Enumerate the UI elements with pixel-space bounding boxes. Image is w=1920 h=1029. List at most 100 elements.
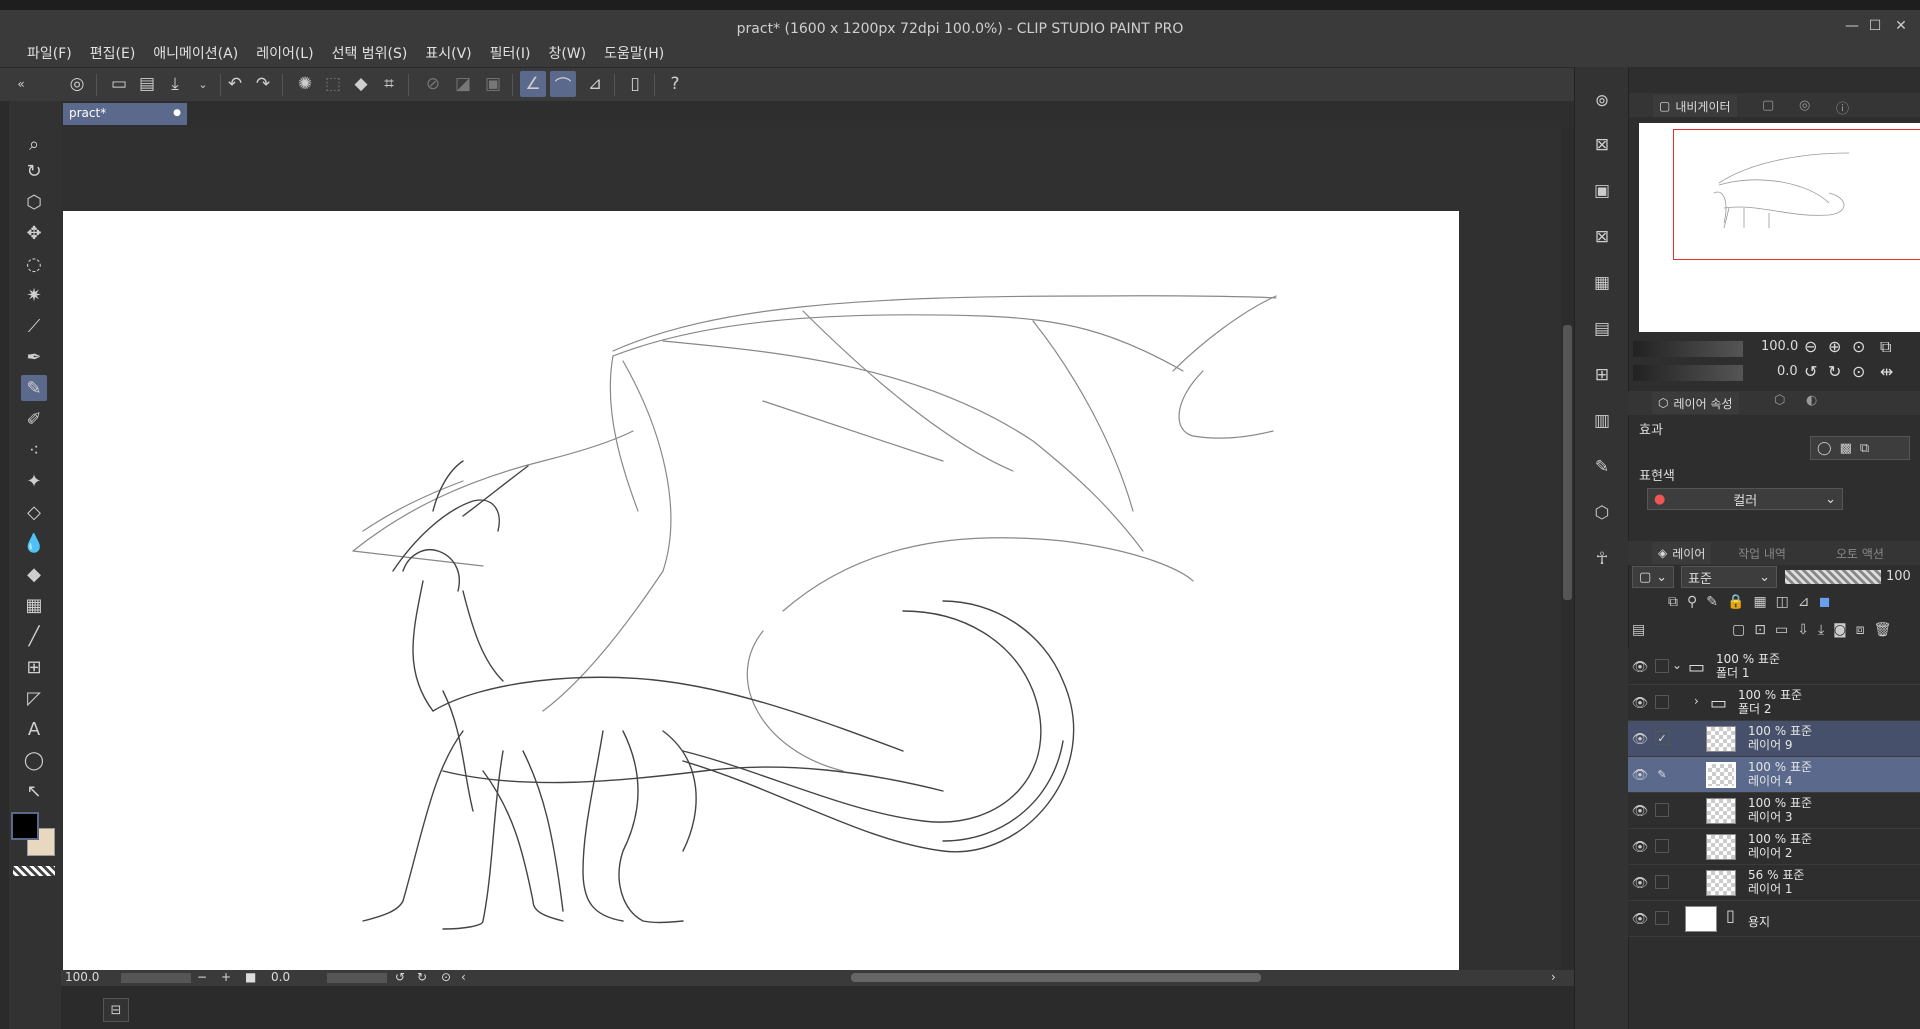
menu-edit[interactable]: 편집(E): [81, 39, 145, 67]
transfer-down-icon[interactable]: ⇩: [1797, 622, 1809, 638]
ruler-tool-icon[interactable]: ◸: [21, 685, 47, 711]
snap-ruler-icon[interactable]: ∠: [520, 71, 546, 97]
apply-mask-icon[interactable]: ⧈: [1856, 622, 1865, 638]
express-color-select[interactable]: ● 컬러 ⌄: [1647, 488, 1843, 510]
rotate-right-icon[interactable]: ↻: [417, 970, 427, 984]
redo-icon[interactable]: ↷: [250, 71, 276, 97]
move-tool-icon[interactable]: ✥: [21, 220, 47, 246]
chevron-right-icon[interactable]: ›: [1694, 694, 1699, 708]
history-tab[interactable]: 작업 내역: [1738, 545, 1786, 562]
document-tab-modified-dot[interactable]: ●: [173, 108, 181, 118]
rotation-slider[interactable]: [327, 973, 387, 983]
lock-icon[interactable]: 🔒: [1727, 594, 1744, 610]
layer-check[interactable]: [1655, 839, 1669, 853]
material-folder-icon[interactable]: ▣: [1586, 175, 1618, 207]
main-color-swatch[interactable]: [11, 812, 39, 840]
eye-icon[interactable]: 👁: [1628, 649, 1652, 685]
lock-transparency-icon[interactable]: ▦: [1753, 594, 1766, 610]
transform-icon[interactable]: ⌗: [376, 71, 402, 97]
layer-check[interactable]: [1655, 803, 1669, 817]
menu-help[interactable]: 도움말(H): [595, 39, 673, 67]
menu-view[interactable]: 표시(V): [416, 39, 480, 67]
navigator-zoom-in-icon[interactable]: ⊕: [1828, 337, 1841, 356]
eye-icon[interactable]: 👁: [1628, 721, 1652, 757]
save-icon[interactable]: ⤓: [162, 71, 188, 97]
fill-tool-icon[interactable]: ◆: [21, 561, 47, 587]
magic-wand-tool-icon[interactable]: ✷: [21, 282, 47, 308]
search-layer-tab-icon[interactable]: ◎: [1799, 98, 1810, 113]
navigator-reset-rotate-icon[interactable]: ⊙: [1852, 362, 1865, 381]
canvas-vertical-scroll-thumb[interactable]: [1563, 325, 1572, 600]
reference-layer-icon[interactable]: ⚲: [1687, 594, 1697, 610]
line-tool-icon[interactable]: ╱: [21, 623, 47, 649]
subview-tab-icon[interactable]: ▢: [1762, 98, 1774, 113]
merge-down-icon[interactable]: ⤓: [1818, 622, 1824, 638]
navigator-rotate-right-icon[interactable]: ↻: [1828, 362, 1841, 381]
material-3d-icon[interactable]: ⬡: [1586, 497, 1618, 529]
eyedropper-tool-icon[interactable]: ⟋: [21, 313, 47, 339]
pen-tool-icon[interactable]: ✒: [21, 344, 47, 370]
lasso-tool-icon[interactable]: ◌: [21, 251, 47, 277]
invert-selection-icon[interactable]: ◪: [450, 71, 476, 97]
material-layer-icon[interactable]: ▥: [1586, 405, 1618, 437]
menu-selection[interactable]: 선택 범위(S): [323, 39, 417, 67]
rotate-tool-icon[interactable]: ↻: [21, 158, 47, 184]
layer-check[interactable]: [1655, 695, 1669, 709]
eraser-tool-icon[interactable]: ◇: [21, 499, 47, 525]
layer-list-options-icon[interactable]: ▤: [1632, 622, 1645, 638]
layer-row[interactable]: 👁 ✓ 100 % 표준 레이어 9: [1628, 721, 1920, 757]
navigator-fit-icon[interactable]: ⊙: [1852, 337, 1865, 356]
timeline-icon[interactable]: ⊟: [103, 998, 129, 1022]
navigator-zoom-slider[interactable]: [1633, 341, 1743, 357]
menu-file[interactable]: 파일(F): [18, 39, 81, 67]
decoration-tool-icon[interactable]: ✦: [21, 468, 47, 494]
create-mask-icon[interactable]: ◙: [1833, 622, 1847, 638]
material-pattern-icon[interactable]: ▦: [1586, 267, 1618, 299]
menu-animation[interactable]: 애니메이션(A): [144, 39, 247, 67]
menu-filter[interactable]: 필터(I): [481, 39, 540, 67]
balloon-tool-icon[interactable]: ◯: [21, 747, 47, 773]
material-close-icon[interactable]: ⊠: [1586, 221, 1618, 253]
eye-icon[interactable]: 👁: [1628, 685, 1652, 721]
eye-icon[interactable]: 👁: [1628, 901, 1652, 937]
zoom-slider[interactable]: [121, 973, 191, 983]
menu-layer[interactable]: 레이어(L): [247, 39, 322, 67]
eye-icon[interactable]: 👁: [1628, 865, 1652, 901]
layer-check[interactable]: [1655, 875, 1669, 889]
rotate-left-icon[interactable]: ↺: [395, 970, 405, 984]
navigator-mirror-icon[interactable]: ⇹: [1880, 362, 1893, 381]
new-file-icon[interactable]: ▭: [106, 71, 132, 97]
collapse-left-icon[interactable]: «: [8, 71, 34, 97]
border-effect-icon[interactable]: ◯: [1817, 441, 1832, 456]
material-frame-icon[interactable]: ⊞: [1586, 359, 1618, 391]
tool-property-tab-icon[interactable]: ⬡: [1774, 393, 1785, 408]
navigator-preview[interactable]: [1639, 123, 1920, 332]
new-vector-layer-icon[interactable]: ⊡: [1754, 622, 1766, 638]
menu-window[interactable]: 창(W): [539, 39, 595, 67]
scroll-left-icon[interactable]: ‹: [461, 970, 466, 984]
layer-row[interactable]: 👁 › ▭ 100 % 표준 폴더 2: [1628, 685, 1920, 721]
navigator-zoom-value[interactable]: 100.0: [1761, 339, 1798, 354]
zoom-tool-icon[interactable]: ⌕: [21, 131, 47, 157]
scroll-right-icon[interactable]: ›: [1551, 970, 1556, 984]
clip-lower-layer-icon[interactable]: ⧉: [1668, 594, 1678, 610]
ruler-icon[interactable]: ⊿: [1798, 594, 1810, 610]
clear-icon[interactable]: ✺: [292, 71, 318, 97]
layer-check[interactable]: [1655, 911, 1669, 925]
clip-studio-icon[interactable]: ◎: [64, 71, 90, 97]
layer-check[interactable]: [1655, 659, 1669, 673]
smartphone-icon[interactable]: ▯: [622, 71, 648, 97]
show-selection-icon[interactable]: ▣: [480, 71, 506, 97]
pencil-edit-icon[interactable]: ✎: [1655, 767, 1669, 781]
document-tab[interactable]: pract* ●: [63, 103, 187, 125]
snap-grid-icon[interactable]: ⊿: [582, 71, 608, 97]
layer-row[interactable]: 👁 100 % 표준 레이어 2: [1628, 829, 1920, 865]
pencil-tool-icon[interactable]: ✎: [21, 375, 47, 401]
airbrush-tool-icon[interactable]: ⁖: [21, 437, 47, 463]
blend-mode-select[interactable]: 표준 ⌄: [1681, 566, 1777, 588]
gradient-tool-icon[interactable]: ▦: [21, 592, 47, 618]
material-pose-icon[interactable]: ☥: [1586, 543, 1618, 575]
blend-tool-icon[interactable]: 💧: [21, 530, 47, 556]
auto-action-tab[interactable]: 오토 액션: [1836, 545, 1884, 562]
eye-icon[interactable]: 👁: [1628, 829, 1652, 865]
